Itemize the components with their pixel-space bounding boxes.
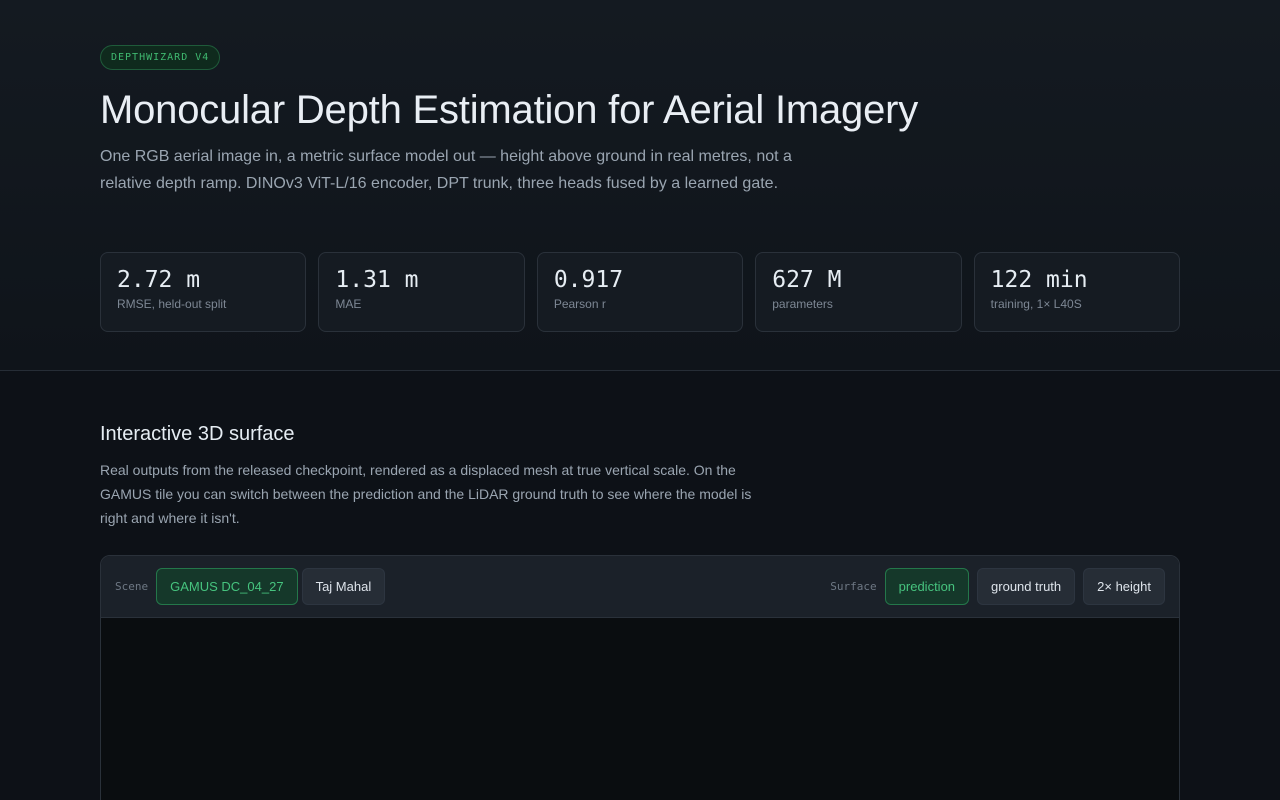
stat-card-training: 122 min training, 1× L40S bbox=[973, 252, 1181, 332]
project-badge: DEPTHWIZARD V4 bbox=[100, 45, 221, 70]
scene-label: Scene bbox=[115, 580, 149, 593]
section-description: Real outputs from the released checkpoin… bbox=[100, 462, 752, 526]
stat-label: parameters bbox=[772, 297, 833, 311]
stat-label: training, 1× L40S bbox=[990, 297, 1082, 311]
scene-button-taj-mahal[interactable]: Taj Mahal bbox=[301, 568, 386, 605]
stat-card-mae: 1.31 m MAE bbox=[318, 252, 525, 332]
hero-section: DEPTHWIZARD V4 Monocular Depth Estimatio… bbox=[0, 0, 1280, 371]
surface-button-ground-truth[interactable]: ground truth bbox=[977, 568, 1076, 605]
stat-value: 2.72 m bbox=[117, 267, 201, 293]
stat-value: 627 M bbox=[772, 267, 842, 293]
surface-label: Surface bbox=[830, 580, 877, 593]
surface-viewer: Scene GAMUS DC_04_27 Taj Mahal Surface p… bbox=[100, 555, 1180, 800]
scene-selector: Scene GAMUS DC_04_27 Taj Mahal bbox=[115, 568, 386, 605]
stat-value: 1.31 m bbox=[335, 267, 419, 293]
stat-label: RMSE, held-out split bbox=[117, 297, 227, 311]
section-title: Interactive 3D surface bbox=[100, 423, 295, 445]
stat-card-parameters: 627 M parameters bbox=[755, 252, 962, 332]
page-subtitle: One RGB aerial image in, a metric surfac… bbox=[100, 148, 792, 192]
stat-value: 122 min bbox=[990, 267, 1088, 293]
scene-button-gamus[interactable]: GAMUS DC_04_27 bbox=[156, 568, 298, 605]
stat-label: MAE bbox=[335, 297, 362, 311]
stat-value: 0.917 bbox=[553, 267, 624, 293]
viewer-toolbar: Scene GAMUS DC_04_27 Taj Mahal Surface p… bbox=[101, 556, 1179, 618]
3d-surface-canvas[interactable] bbox=[101, 618, 1179, 800]
surface-button-2x-height[interactable]: 2× height bbox=[1083, 568, 1165, 605]
stats-row: 2.72 m RMSE, held-out split 1.31 m MAE 0… bbox=[100, 252, 1181, 332]
stat-card-pearson: 0.917 Pearson r bbox=[536, 252, 744, 332]
stat-label: Pearson r bbox=[553, 297, 606, 311]
surface-button-prediction[interactable]: prediction bbox=[884, 568, 970, 605]
surface-section: Interactive 3D surface Real outputs from… bbox=[0, 371, 1280, 800]
page-title: Monocular Depth Estimation for Aerial Im… bbox=[100, 88, 919, 132]
stat-card-rmse: 2.72 m RMSE, held-out split bbox=[100, 252, 307, 332]
surface-selector: Surface prediction ground truth 2× heigh… bbox=[830, 568, 1165, 605]
